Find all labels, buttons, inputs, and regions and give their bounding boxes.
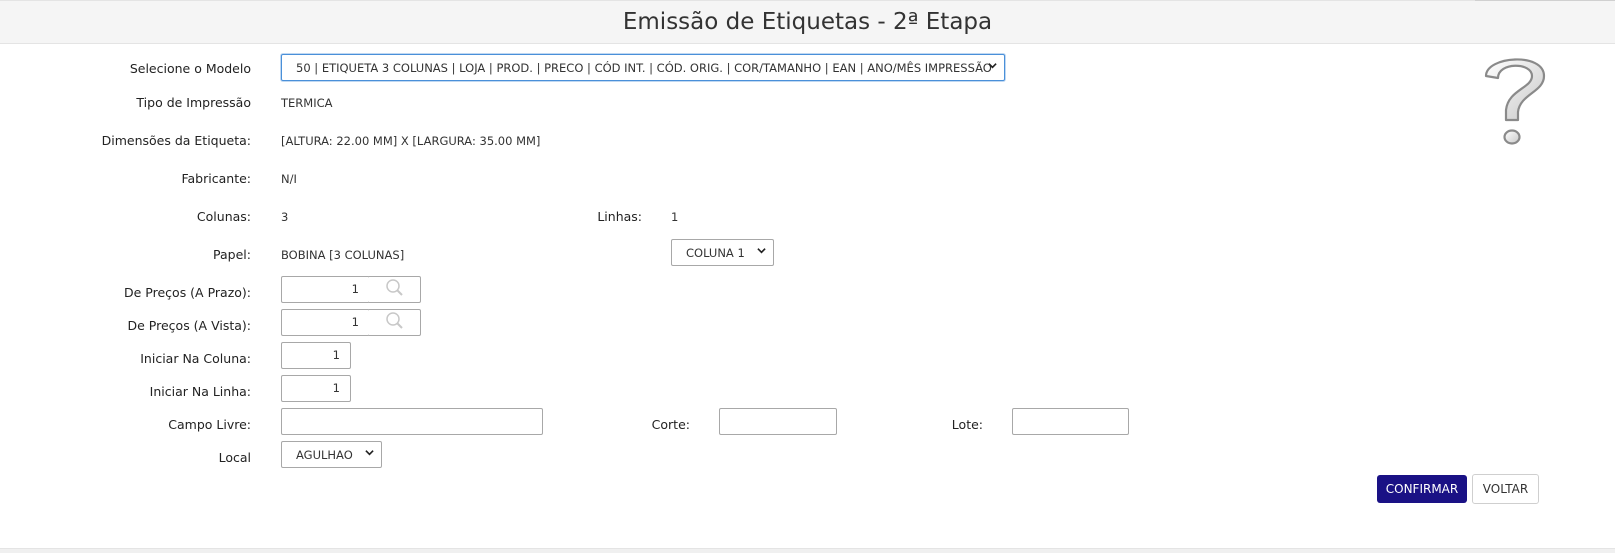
iniciar-linha-input[interactable]: 1 <box>281 375 351 402</box>
linhas-label: Linhas: <box>597 209 642 224</box>
precos-prazo-input[interactable]: 1 <box>281 276 370 303</box>
precos-vista-lookup-button[interactable] <box>369 309 421 336</box>
modelo-label: Selecione o Modelo <box>129 61 251 76</box>
papel-label: Papel: <box>213 247 251 262</box>
local-selected-value: AGULHAO <box>296 447 353 462</box>
fabricante-label: Fabricante: <box>181 171 251 186</box>
dimensoes-label: Dimensões da Etiqueta: <box>101 133 251 148</box>
footer-bar <box>0 548 1615 553</box>
iniciar-coluna-label: Iniciar Na Coluna: <box>140 351 251 366</box>
lote-input[interactable] <box>1012 408 1129 435</box>
magnifier-icon <box>385 278 405 302</box>
local-select[interactable]: AGULHAO <box>281 441 382 468</box>
back-button[interactable]: VOLTAR <box>1472 474 1539 504</box>
tipo-impressao-label: Tipo de Impressão <box>136 95 251 110</box>
page-title: Emissão de Etiquetas - 2ª Etapa <box>622 9 993 35</box>
precos-vista-input[interactable]: 1 <box>281 309 370 336</box>
corte-input[interactable] <box>719 408 837 435</box>
precos-prazo-label: De Preços (A Prazo): <box>124 285 251 300</box>
coluna-selected-value: COLUNA 1 <box>686 245 745 260</box>
colunas-label: Colunas: <box>196 209 251 224</box>
coluna-select[interactable]: COLUNA 1 <box>671 239 774 266</box>
chevron-down-icon <box>988 61 997 70</box>
modelo-selected-value: 50 | ETIQUETA 3 COLUNAS | LOJA | PROD. |… <box>296 60 992 75</box>
tipo-impressao-value: TERMICA <box>281 96 333 110</box>
precos-prazo-lookup-button[interactable] <box>369 276 421 303</box>
lote-label: Lote: <box>951 417 983 432</box>
local-label: Local <box>218 450 251 465</box>
colunas-value: 3 <box>281 210 289 224</box>
campo-livre-input[interactable] <box>281 408 543 435</box>
chevron-down-icon <box>757 246 766 255</box>
papel-value: BOBINA [3 COLUNAS] <box>281 248 405 262</box>
magnifier-icon <box>385 311 405 335</box>
chevron-down-icon <box>365 448 374 457</box>
fabricante-value: N/I <box>281 172 297 186</box>
question-mark-icon[interactable] <box>1480 50 1552 150</box>
corte-label: Corte: <box>651 417 690 432</box>
precos-vista-label: De Preços (A Vista): <box>127 318 251 333</box>
header-divider <box>1475 0 1615 1</box>
linhas-value: 1 <box>671 210 679 224</box>
iniciar-linha-label: Iniciar Na Linha: <box>149 384 251 399</box>
confirm-button[interactable]: CONFIRMAR <box>1377 475 1467 503</box>
campo-livre-label: Campo Livre: <box>168 417 251 432</box>
modelo-select[interactable]: 50 | ETIQUETA 3 COLUNAS | LOJA | PROD. |… <box>281 54 1005 81</box>
iniciar-coluna-input[interactable]: 1 <box>281 342 351 369</box>
dimensoes-value: [ALTURA: 22.00 MM] X [LARGURA: 35.00 MM] <box>281 134 541 148</box>
header-bar: Emissão de Etiquetas - 2ª Etapa <box>0 0 1615 44</box>
